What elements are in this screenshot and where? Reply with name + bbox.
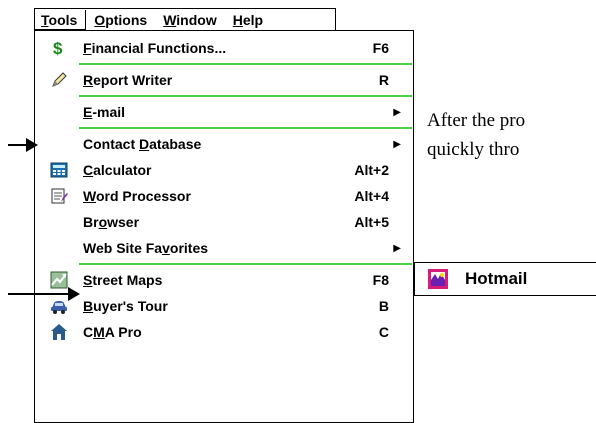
menu-item-label: Browser [83,214,140,230]
menu-item-buyers-tour[interactable]: Buyer's Tour B [35,293,413,319]
menu-item-shortcut: F6 [372,40,389,56]
menu-item-label: CMA Pro [83,324,142,340]
menu-tools[interactable]: Tools [34,9,87,30]
submenu-item-hotmail[interactable]: Hotmail [465,269,527,289]
tools-dropdown-menu: $ Financial Functions... F6 Report Write… [34,30,414,423]
menu-item-label: Web Site Favorites [83,240,209,256]
menu-item-street-maps[interactable]: Street Maps F8 [35,267,413,293]
menu-help-mnemonic: H [232,11,243,28]
menu-item-cma-pro[interactable]: CMA Pro C [35,319,413,345]
dollar-icon: $ [49,38,69,58]
submenu-arrow-icon: ▶ [393,138,401,150]
hotmail-icon [427,268,449,290]
menu-separator [79,63,412,65]
menu-item-label: E-mail [83,104,126,120]
svg-text:$: $ [53,39,63,57]
menu-item-shortcut: F8 [372,272,389,288]
connector-line [8,144,28,146]
arrow-right-icon [68,287,80,301]
menu-item-label: Calculator [83,162,152,178]
menu-item-contact-database[interactable]: Contact Database ▶ [35,131,413,157]
menu-item-shortcut: B [378,298,389,314]
submenu-arrow-icon: ▶ [393,242,401,254]
menu-item-report-writer[interactable]: Report Writer R [35,67,413,93]
menu-item-label: Street Maps [83,272,163,288]
side-paragraph-line: quickly thro [427,139,520,160]
menu-item-label: Buyer's Tour [83,298,168,314]
menu-item-shortcut: R [378,72,389,88]
menu-item-calculator[interactable]: Calculator Alt+2 [35,157,413,183]
menu-item-word-processor[interactable]: Word Processor Alt+4 [35,183,413,209]
menu-item-browser[interactable]: Browser Alt+5 [35,209,413,235]
favorites-submenu: Hotmail [414,262,596,296]
house-icon [49,322,69,342]
menu-separator [79,127,412,129]
submenu-arrow-icon: ▶ [393,106,401,118]
notepad-icon [49,186,69,206]
menu-options-mnemonic: O [94,11,106,28]
calculator-icon [49,160,69,180]
menu-tools-mnemonic: T [41,11,49,28]
menu-bar: Tools Options Window Help [34,8,336,30]
menu-item-shortcut: Alt+5 [354,214,389,230]
menu-item-label: Contact Database [83,136,202,152]
menu-item-shortcut: Alt+4 [354,188,389,204]
menu-tools-label: ools [48,11,78,28]
menu-options[interactable]: Options [86,10,155,30]
map-icon [49,270,69,290]
menu-window-label: indow [176,11,217,28]
menu-item-label: Financial Functions... [83,40,227,56]
menu-options-label: ptions [105,11,148,28]
menu-window-mnemonic: W [163,11,177,28]
arrow-right-icon [26,138,38,152]
menu-help[interactable]: Help [225,10,271,30]
menu-window[interactable]: Window [155,10,225,30]
menu-item-label: Word Processor [83,188,191,204]
car-icon [49,296,69,316]
menu-item-shortcut: Alt+2 [354,162,389,178]
menu-item-shortcut: C [378,324,389,340]
menu-separator [79,95,412,97]
menu-help-label: elp [242,11,264,28]
menu-item-label: Report Writer [83,72,173,88]
side-paragraph-line: After the pro [427,110,526,131]
connector-line [8,293,70,295]
pencil-icon [49,70,69,90]
menu-separator [79,263,412,265]
menu-item-email[interactable]: E-mail ▶ [35,99,413,125]
menu-item-web-site-favorites[interactable]: Web Site Favorites ▶ [35,235,413,261]
menu-item-financial-functions[interactable]: $ Financial Functions... F6 [35,35,413,61]
